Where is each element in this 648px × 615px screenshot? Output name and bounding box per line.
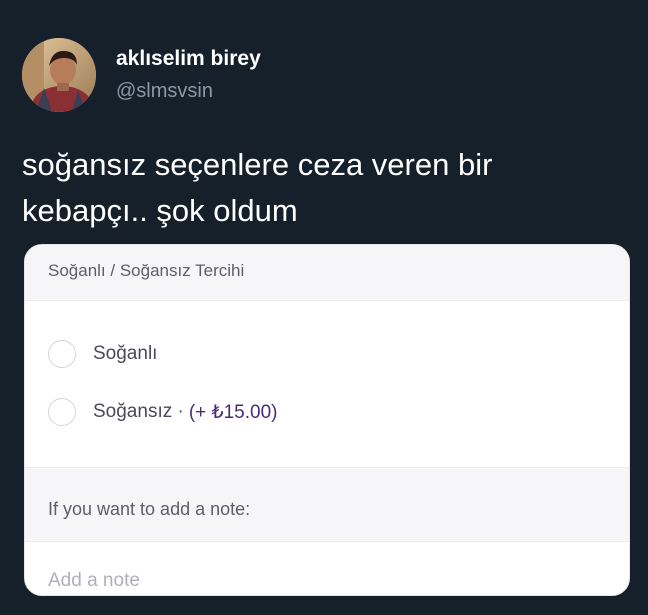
tweet-text-line-1: soğansız seçenlere ceza veren bir [22, 147, 493, 182]
tweet: aklıselim birey @slmsvsin soğansız seçen… [0, 0, 648, 615]
tweet-text-line-2: kebapçı.. şok oldum [22, 193, 298, 228]
option-list: Soğanlı Soğansız · (+ ₺15.00) [25, 301, 629, 467]
attached-image-card[interactable]: Soğanlı / Soğansız Tercihi Soğanlı Soğan… [24, 244, 630, 596]
option-group-header: Soğanlı / Soğansız Tercihi [25, 245, 629, 301]
tweet-header: aklıselim birey @slmsvsin [22, 38, 261, 112]
radio-button-icon[interactable] [48, 340, 76, 368]
note-input[interactable]: Add a note [25, 541, 629, 595]
user-handle[interactable]: @slmsvsin [116, 77, 261, 105]
option-sogansiz[interactable]: Soğansız · (+ ₺15.00) [48, 383, 606, 441]
tweet-text: soğansız seçenlere ceza veren bir kebapç… [22, 142, 622, 234]
option-label: Soğansız · [93, 401, 184, 422]
radio-button-icon[interactable] [48, 398, 76, 426]
option-soganli[interactable]: Soğanlı [48, 325, 606, 383]
avatar[interactable] [22, 38, 96, 112]
avatar-photo-icon [22, 38, 96, 112]
note-label: If you want to add a note: [25, 467, 629, 541]
display-name[interactable]: aklıselim birey [116, 45, 261, 73]
option-label: Soğanlı [93, 343, 158, 364]
user-info: aklıselim birey @slmsvsin [116, 45, 261, 105]
option-price: (+ ₺15.00) [188, 401, 278, 423]
